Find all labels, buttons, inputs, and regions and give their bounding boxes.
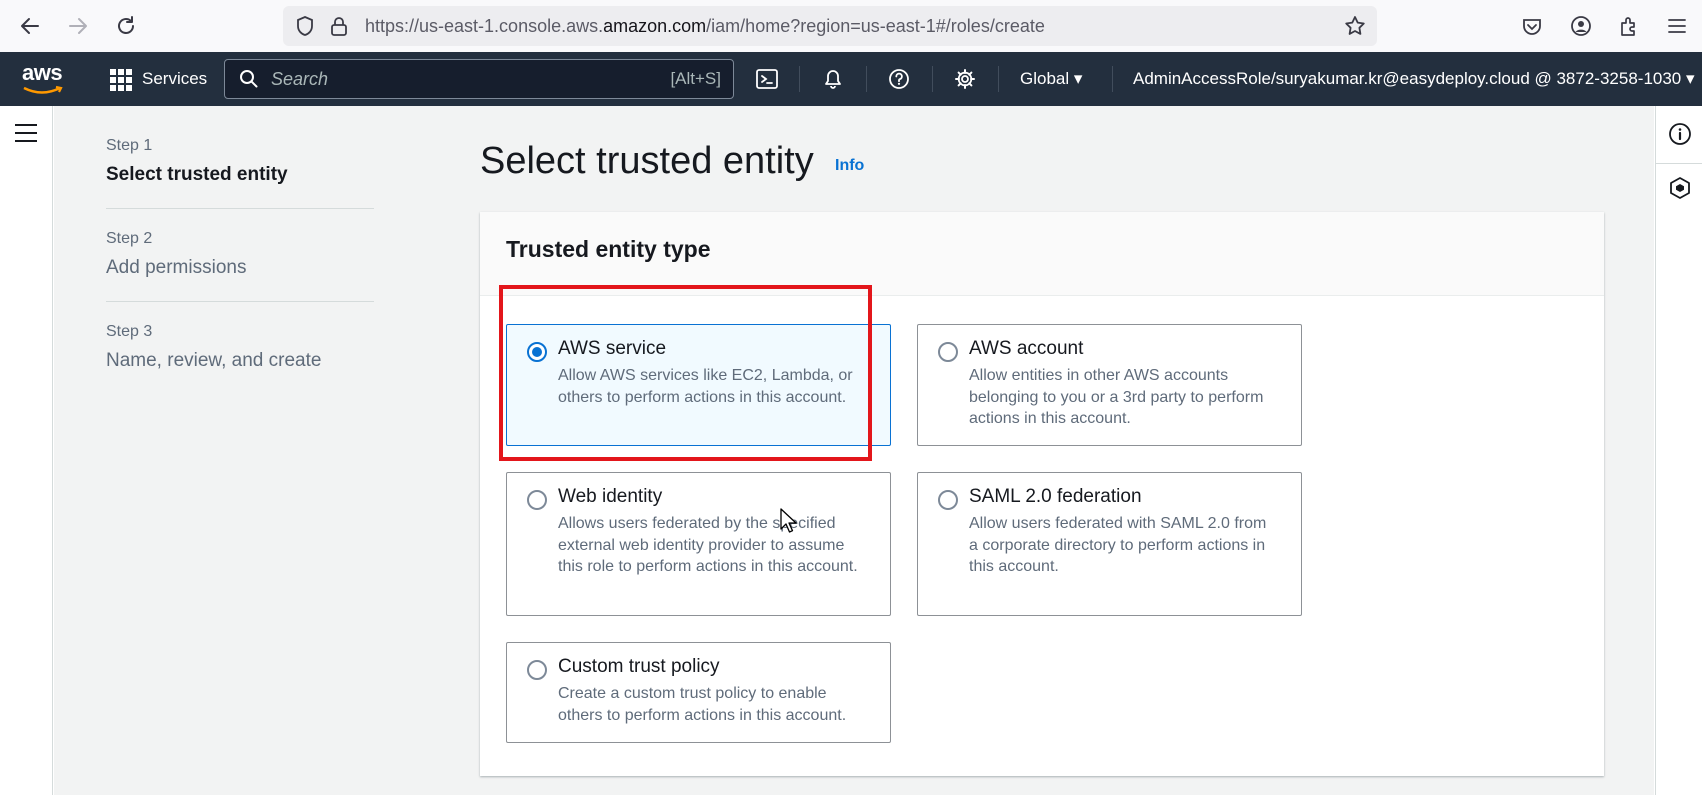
main-content: Step 1 Select trusted entity Step 2 Add … (54, 106, 1654, 795)
pocket-icon[interactable] (1516, 10, 1548, 42)
account-icon[interactable] (1565, 10, 1597, 42)
radio-button[interactable] (938, 490, 958, 510)
option-title: Web identity (558, 486, 663, 507)
option-web-identity[interactable]: Web identity Allows users federated by t… (506, 472, 891, 616)
option-description: Allow entities in other AWS accounts bel… (969, 367, 1264, 427)
services-grid-icon[interactable] (110, 69, 132, 91)
wizard-step-2[interactable]: Step 2 Add permissions (106, 229, 374, 302)
option-description: Allows users federated by the specified … (558, 515, 858, 575)
panel-header: Trusted entity type (480, 212, 1604, 296)
account-menu[interactable]: AdminAccessRole/suryakumar.kr@easydeploy… (1133, 52, 1695, 106)
panel-title: Trusted entity type (506, 236, 711, 262)
address-bar[interactable]: https://us-east-1.console.aws.amazon.com… (283, 6, 1377, 46)
option-title: AWS service (558, 338, 667, 359)
info-link[interactable]: Info (835, 157, 864, 175)
resources-hexagon-icon[interactable] (1668, 176, 1692, 200)
wizard-step-1[interactable]: Step 1 Select trusted entity (106, 136, 374, 209)
back-icon[interactable] (14, 10, 46, 42)
settings-gear-icon[interactable] (952, 66, 978, 92)
trusted-entity-panel: Trusted entity type AWS service Allow AW… (480, 212, 1604, 776)
option-description: Allow users federated with SAML 2.0 from… (969, 515, 1267, 575)
step-title: Add permissions (106, 257, 247, 278)
search-input[interactable] (271, 60, 571, 98)
left-rail (0, 106, 53, 795)
reload-icon[interactable] (110, 10, 142, 42)
radio-button[interactable] (527, 342, 547, 362)
menu-icon[interactable] (1661, 10, 1693, 42)
lock-icon[interactable] (329, 15, 349, 42)
right-rail (1655, 106, 1702, 795)
option-aws-account[interactable]: AWS account Allow entities in other AWS … (917, 324, 1302, 446)
info-panel-icon[interactable] (1668, 122, 1692, 146)
option-title: Custom trust policy (558, 656, 720, 677)
search-box[interactable]: [Alt+S] (224, 59, 734, 99)
hamburger-menu-icon[interactable] (15, 124, 37, 142)
option-description: Create a custom trust policy to enable o… (558, 685, 847, 724)
step-number: Step 3 (106, 323, 153, 340)
region-selector[interactable]: Global ▾ (1020, 52, 1082, 106)
wizard-step-3[interactable]: Step 3 Name, review, and create (106, 322, 374, 394)
aws-logo[interactable]: aws (22, 60, 66, 96)
services-menu-button[interactable]: Services (142, 52, 207, 106)
search-icon (239, 69, 259, 94)
aws-smile-icon (23, 85, 63, 94)
option-title: SAML 2.0 federation (969, 486, 1142, 507)
option-saml-federation[interactable]: SAML 2.0 federation Allow users federate… (917, 472, 1302, 616)
radio-button[interactable] (527, 490, 547, 510)
radio-button[interactable] (938, 342, 958, 362)
forward-icon (62, 10, 94, 42)
url-text[interactable]: https://us-east-1.console.aws.amazon.com… (365, 6, 1045, 46)
notifications-bell-icon[interactable] (820, 66, 846, 92)
help-icon[interactable] (886, 66, 912, 92)
wizard-steps: Step 1 Select trusted entity Step 2 Add … (106, 136, 374, 414)
option-aws-service[interactable]: AWS service Allow AWS services like EC2,… (506, 324, 891, 446)
bookmark-star-icon[interactable] (1343, 14, 1367, 43)
extensions-icon[interactable] (1613, 10, 1645, 42)
step-title: Name, review, and create (106, 350, 322, 371)
page-title: Select trusted entity (480, 140, 814, 182)
step-title: Select trusted entity (106, 164, 288, 185)
step-number: Step 1 (106, 137, 153, 154)
option-custom-trust-policy[interactable]: Custom trust policy Create a custom trus… (506, 642, 891, 743)
radio-button[interactable] (527, 660, 547, 680)
step-number: Step 2 (106, 230, 153, 247)
search-shortcut-hint: [Alt+S] (670, 69, 721, 88)
aws-logo-text: aws (22, 60, 63, 85)
option-title: AWS account (969, 338, 1084, 359)
aws-top-nav: aws Services [Alt+S] Global ▾ AdminAcces… (0, 52, 1702, 106)
shield-icon[interactable] (295, 15, 315, 42)
cloudshell-icon[interactable] (754, 66, 780, 92)
option-description: Allow AWS services like EC2, Lambda, or … (558, 367, 853, 406)
mouse-cursor-icon (780, 508, 797, 533)
browser-toolbar: https://us-east-1.console.aws.amazon.com… (0, 0, 1702, 52)
